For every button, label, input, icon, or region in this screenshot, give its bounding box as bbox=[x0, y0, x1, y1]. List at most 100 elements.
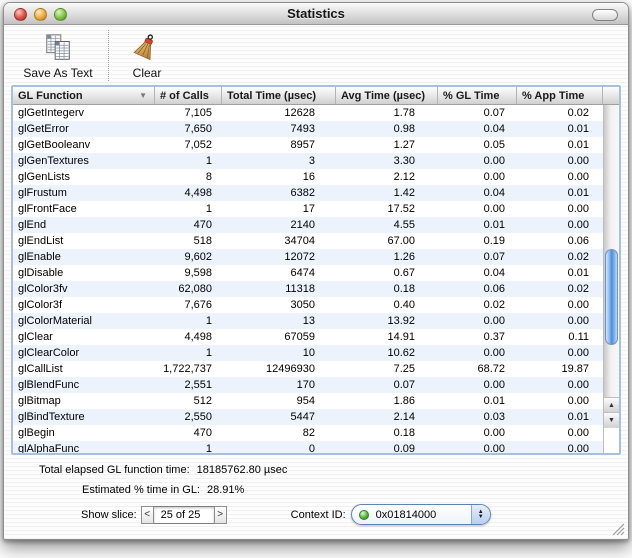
cell-gl-percent: 0.00 bbox=[483, 347, 505, 359]
table-row[interactable]: glFrustum 4,498 6382 1.42 0.04 0.01 bbox=[13, 185, 603, 201]
save-as-text-button[interactable]: Save As Text bbox=[10, 25, 106, 85]
column-header-app-percent[interactable]: % App Time bbox=[517, 87, 603, 104]
cell-avg-time: 7.25 bbox=[393, 363, 415, 375]
cell-gl-percent: 0.19 bbox=[483, 235, 505, 247]
cell-total-time: 3050 bbox=[290, 299, 315, 311]
cell-gl-percent: 0.07 bbox=[483, 107, 505, 119]
table-row[interactable]: glClear 4,498 67059 14.91 0.37 0.11 bbox=[13, 329, 603, 345]
column-header-gl-function[interactable]: GL Function ▼ bbox=[13, 87, 155, 104]
table-row[interactable]: glBindTexture 2,550 5447 2.14 0.03 0.01 bbox=[13, 409, 603, 425]
close-button[interactable] bbox=[14, 8, 27, 21]
cell-gl-percent: 0.02 bbox=[483, 299, 505, 311]
table-row[interactable]: glEnable 9,602 12072 1.26 0.07 0.02 bbox=[13, 249, 603, 265]
scroll-down-button[interactable]: ▼ bbox=[604, 412, 619, 427]
cell-app-percent: 0.00 bbox=[567, 155, 589, 167]
cell-gl-function: glGetBooleanv bbox=[18, 139, 91, 151]
titlebar[interactable]: Statistics bbox=[4, 3, 628, 25]
cell-gl-function: glGenLists bbox=[18, 171, 70, 183]
column-header-avg-time[interactable]: Avg Time (µsec) bbox=[336, 87, 438, 104]
cell-avg-time: 0.40 bbox=[393, 299, 415, 311]
minimize-button[interactable] bbox=[34, 8, 47, 21]
cell-app-percent: 0.02 bbox=[567, 283, 589, 295]
scroll-up-icon: ▲ bbox=[608, 401, 615, 409]
table-row[interactable]: glAlphaFunc 1 0 0.09 0.00 0.00 bbox=[13, 441, 603, 453]
cell-num-calls: 7,650 bbox=[184, 123, 212, 135]
column-header-total-time[interactable]: Total Time (µsec) bbox=[222, 87, 336, 104]
column-header-num-calls[interactable]: # of Calls bbox=[155, 87, 222, 104]
cell-app-percent: 0.01 bbox=[567, 267, 589, 279]
table-row[interactable]: glColorMaterial 1 13 13.92 0.00 0.00 bbox=[13, 313, 603, 329]
cell-num-calls: 470 bbox=[193, 427, 212, 439]
context-id-popup[interactable]: 0x01814000 ▲ ▼ bbox=[350, 504, 491, 525]
cell-num-calls: 2,551 bbox=[184, 379, 212, 391]
cell-avg-time: 0.18 bbox=[393, 283, 415, 295]
cell-gl-percent: 0.04 bbox=[483, 123, 505, 135]
table-row[interactable]: glDisable 9,598 6474 0.67 0.04 0.01 bbox=[13, 265, 603, 281]
table-row[interactable]: glFrontFace 1 17 17.52 0.00 0.00 bbox=[13, 201, 603, 217]
cell-avg-time: 1.27 bbox=[393, 139, 415, 151]
cell-total-time: 12628 bbox=[284, 107, 315, 119]
cell-avg-time: 0.09 bbox=[393, 443, 415, 453]
scrollbar-corner bbox=[604, 427, 619, 453]
cell-app-percent: 0.00 bbox=[567, 219, 589, 231]
cell-total-time: 2140 bbox=[290, 219, 315, 231]
table-row[interactable]: glBlendFunc 2,551 170 0.07 0.00 0.00 bbox=[13, 377, 603, 393]
table-row[interactable]: glColor3fv 62,080 11318 0.18 0.06 0.02 bbox=[13, 281, 603, 297]
cell-gl-percent: 0.04 bbox=[483, 187, 505, 199]
cell-total-time: 11318 bbox=[285, 283, 315, 295]
show-slice-label: Show slice: bbox=[81, 508, 137, 521]
cell-total-time: 12496930 bbox=[266, 363, 315, 375]
cell-avg-time: 1.42 bbox=[393, 187, 415, 199]
cell-avg-time: 4.55 bbox=[393, 219, 415, 231]
table-row[interactable]: glGetBooleanv 7,052 8957 1.27 0.05 0.01 bbox=[13, 137, 603, 153]
table-row[interactable]: glColor3f 7,676 3050 0.40 0.02 0.00 bbox=[13, 297, 603, 313]
cell-num-calls: 4,498 bbox=[184, 331, 212, 343]
context-id-label: Context ID: bbox=[290, 508, 346, 521]
cell-avg-time: 17.52 bbox=[387, 203, 415, 215]
table-row[interactable]: glGetError 7,650 7493 0.98 0.04 0.01 bbox=[13, 121, 603, 137]
slice-field[interactable]: 25 of 25 bbox=[153, 505, 214, 524]
scrollbar-thumb[interactable] bbox=[605, 249, 618, 345]
cell-app-percent: 0.01 bbox=[567, 139, 589, 151]
table-row[interactable]: glGetIntegerv 7,105 12628 1.78 0.07 0.02 bbox=[13, 105, 603, 121]
cell-gl-function: glGenTextures bbox=[18, 155, 89, 167]
table-row[interactable]: glGenLists 8 16 2.12 0.00 0.00 bbox=[13, 169, 603, 185]
table-row[interactable]: glEndList 518 34704 67.00 0.19 0.06 bbox=[13, 233, 603, 249]
vertical-scrollbar[interactable]: ▲ ▼ bbox=[603, 105, 619, 453]
table-row[interactable]: glCallList 1,722,737 12496930 7.25 68.72… bbox=[13, 361, 603, 377]
total-time-value: 18185762.80 µsec bbox=[196, 464, 288, 476]
scrollbar-track[interactable] bbox=[604, 105, 619, 397]
cell-num-calls: 4,498 bbox=[184, 187, 212, 199]
table-row[interactable]: glEnd 470 2140 4.55 0.01 0.00 bbox=[13, 217, 603, 233]
table-row[interactable]: glGenTextures 1 3 3.30 0.00 0.00 bbox=[13, 153, 603, 169]
cell-num-calls: 1 bbox=[205, 347, 212, 359]
slice-prev-button[interactable]: < bbox=[140, 505, 154, 524]
cell-gl-percent: 0.03 bbox=[483, 411, 505, 423]
cell-total-time: 6382 bbox=[290, 187, 315, 199]
cell-total-time: 67059 bbox=[284, 331, 315, 343]
table-row[interactable]: glBitmap 512 954 1.86 0.01 0.00 bbox=[13, 393, 603, 409]
cell-avg-time: 2.12 bbox=[393, 171, 415, 183]
clear-button[interactable]: Clear bbox=[111, 25, 183, 85]
cell-gl-percent: 0.06 bbox=[483, 283, 505, 295]
cell-total-time: 16 bbox=[302, 171, 315, 183]
cell-gl-function: glEnable bbox=[18, 251, 61, 263]
context-id-value: 0x01814000 bbox=[375, 508, 437, 521]
cell-gl-function: glColorMaterial bbox=[18, 315, 92, 327]
cell-gl-function: glFrontFace bbox=[18, 203, 77, 215]
column-header-gl-percent[interactable]: % GL Time bbox=[438, 87, 517, 104]
cell-num-calls: 1 bbox=[205, 443, 212, 453]
zoom-button[interactable] bbox=[54, 8, 67, 21]
toolbar-toggle-pill-button[interactable] bbox=[592, 9, 618, 21]
cell-gl-percent: 0.00 bbox=[483, 379, 505, 391]
cell-app-percent: 0.02 bbox=[567, 251, 589, 263]
table-row[interactable]: glBegin 470 82 0.18 0.00 0.00 bbox=[13, 425, 603, 441]
cell-avg-time: 0.67 bbox=[393, 267, 415, 279]
slice-next-button[interactable]: > bbox=[213, 505, 227, 524]
cell-total-time: 7493 bbox=[290, 123, 315, 135]
scroll-up-button[interactable]: ▲ bbox=[604, 397, 619, 412]
resize-grip[interactable] bbox=[610, 521, 625, 536]
cell-app-percent: 0.01 bbox=[567, 123, 589, 135]
cell-num-calls: 1,722,737 bbox=[163, 363, 212, 375]
table-row[interactable]: glClearColor 1 10 10.62 0.00 0.00 bbox=[13, 345, 603, 361]
